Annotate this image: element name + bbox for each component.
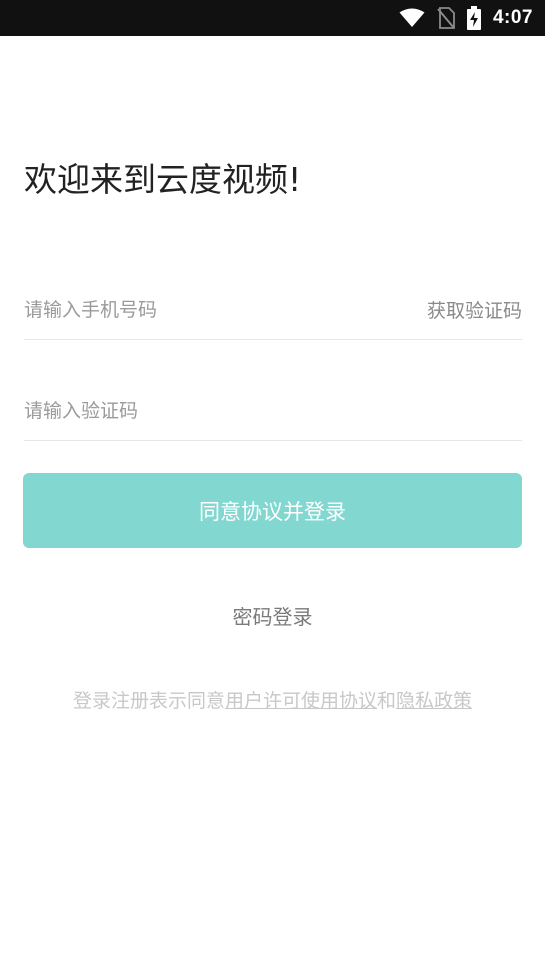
password-login-link[interactable]: 密码登录	[0, 601, 545, 630]
page-title: 欢迎来到云度视频!	[24, 160, 302, 199]
status-time: 4:07	[492, 7, 533, 28]
get-code-button[interactable]: 获取验证码	[427, 296, 522, 323]
status-bar: 4:07	[0, 0, 545, 36]
verification-code-input[interactable]	[24, 390, 384, 431]
code-field-row	[24, 381, 522, 441]
agree-and-login-button[interactable]: 同意协议并登录	[23, 473, 522, 548]
wifi-icon	[399, 8, 425, 28]
battery-charging-icon	[466, 6, 481, 30]
login-screen: 4:07 欢迎来到云度视频! 获取验证码 同意协议并登录 密码登录 登录注册表示…	[0, 0, 545, 968]
no-sim-icon	[437, 7, 455, 29]
privacy-policy-link[interactable]: 隐私政策	[396, 690, 472, 712]
phone-input[interactable]	[24, 289, 384, 330]
agreement-prefix: 登录注册表示同意	[72, 690, 225, 712]
agreement-conjunction: 和	[377, 690, 397, 712]
user-agreement-link[interactable]: 用户许可使用协议	[225, 690, 377, 712]
agreement-text: 登录注册表示同意用户许可使用协议和隐私政策	[0, 686, 545, 713]
phone-field-row: 获取验证码	[24, 280, 522, 340]
